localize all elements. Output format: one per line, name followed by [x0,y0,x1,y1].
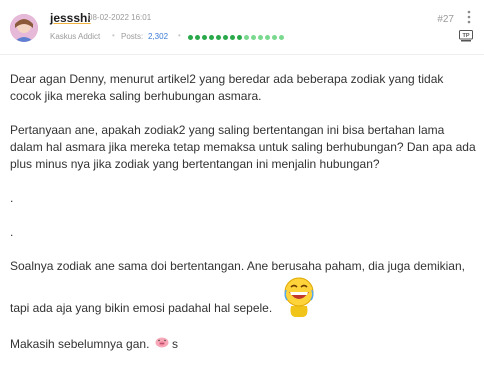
reputation-dot [244,35,249,40]
reputation-dot [265,35,270,40]
closing-text: Makasih sebelumnya gan. [10,337,150,351]
post-date: 08-02-2022 16:01 [88,13,152,22]
reputation-dot [202,35,207,40]
reputation-dot [230,35,235,40]
post-number[interactable]: #27 [437,14,454,25]
avatar-image [10,14,38,42]
post-paragraph: . [10,191,14,205]
post-paragraph: tapi ada aja yang bikin emosi padahal ha… [10,301,273,315]
reputation-dot [251,35,256,40]
reputation-dot [195,35,200,40]
separator-dot: • [112,31,115,40]
post-paragraph: Pertanyaan ane, apakah zodiak2 yang sali… [10,123,476,171]
reputation-dot [188,35,193,40]
reputation-dot [209,35,214,40]
reputation-dot [216,35,221,40]
more-vertical-icon[interactable] [466,10,472,24]
username-link[interactable]: jessshi [50,11,91,25]
tp-badge-icon[interactable]: TP [459,30,473,42]
reputation-bar [188,35,284,40]
avatar[interactable] [10,14,38,42]
post-paragraph: Dear agan Denny, menurut artikel2 yang b… [10,72,444,103]
reputation-dot [223,35,228,40]
pig-emoji-icon [155,337,169,348]
closing-tail-text: s [172,337,178,351]
header-divider [0,54,484,55]
posts-label: Posts: [121,32,144,41]
forum-post: jessshi 08-02-2022 16:01 Kaskus Addict •… [0,0,484,370]
svg-text:TP: TP [462,33,469,39]
reputation-dot [279,35,284,40]
post-paragraph: . [10,225,14,239]
reputation-dot [237,35,242,40]
post-paragraph: Soalnya zodiak ane sama doi bertentangan… [10,259,465,273]
post-paragraph-closing: Makasih sebelumnya gan. [10,336,478,353]
posts-count[interactable]: 2,302 [148,32,168,41]
reputation-dot [272,35,277,40]
laughing-emoji-icon [284,277,314,317]
post-header: jessshi 08-02-2022 16:01 Kaskus Addict •… [0,0,484,52]
reputation-dot [258,35,263,40]
separator-dot: • [178,31,181,40]
user-rank: Kaskus Addict [50,32,101,41]
